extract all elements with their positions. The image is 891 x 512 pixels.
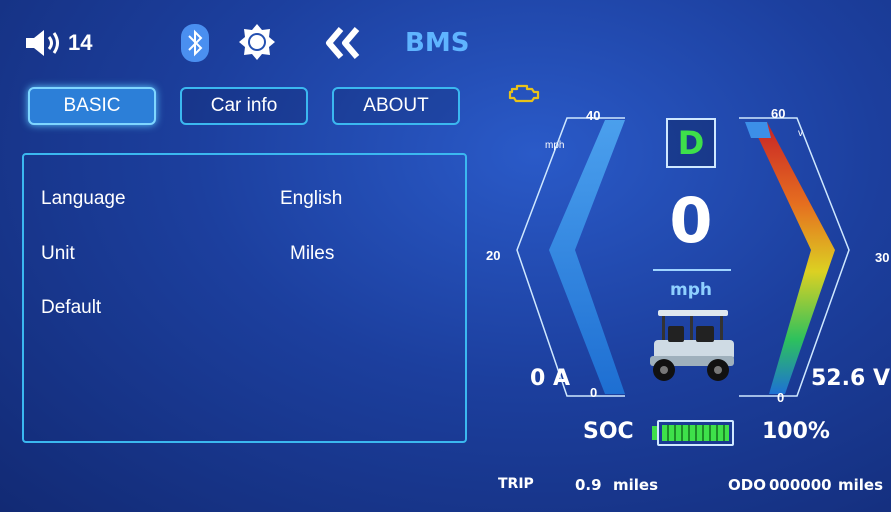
brightness-button[interactable]: [237, 22, 277, 67]
trip-label: TRIP: [498, 476, 534, 492]
volume-control[interactable]: 14: [24, 28, 92, 58]
speed-gauge-unit: mph: [545, 140, 565, 151]
volume-level: 14: [68, 30, 93, 55]
tab-about[interactable]: ABOUT: [332, 87, 460, 125]
bms-button[interactable]: BMS: [405, 28, 469, 58]
bluetooth-button[interactable]: [181, 24, 209, 67]
default-label[interactable]: Default: [41, 297, 101, 319]
voltage-readout: 52.6 V: [811, 366, 890, 391]
odo-label: ODO: [728, 476, 766, 494]
gear-value: D: [677, 124, 705, 162]
speaker-icon: [26, 30, 59, 56]
voltage-gauge-band: [751, 122, 835, 394]
tab-car-info[interactable]: Car info: [180, 87, 308, 125]
current-readout: 0 A: [530, 366, 570, 391]
voltage-gauge-unit: v: [798, 128, 803, 139]
language-label: Language: [41, 188, 126, 209]
check-engine-icon: [508, 84, 540, 103]
speed-gauge-band: [549, 120, 625, 394]
odo-value: 000000: [769, 476, 832, 494]
double-chevron-left-icon: [326, 27, 360, 59]
unit-label: Unit: [41, 243, 75, 264]
odo-unit: miles: [838, 476, 884, 494]
speed-unit: mph: [670, 280, 712, 300]
trip-unit: miles: [613, 476, 659, 494]
settings-panel: Language English Unit Miles Default: [22, 153, 467, 443]
tab-basic[interactable]: BASIC: [28, 87, 156, 125]
voltage-gauge-max: 60: [771, 106, 786, 121]
soc-label: SOC: [583, 419, 634, 444]
speed-gauge-min: 0: [590, 385, 598, 400]
soc-value: 100%: [762, 419, 830, 444]
trip-value: 0.9: [575, 476, 602, 494]
unit-value[interactable]: Miles: [290, 243, 334, 265]
voltage-gauge-mid: 30: [875, 250, 890, 265]
tab-basic-label: BASIC: [63, 95, 121, 116]
gear-indicator: D: [666, 118, 716, 168]
speed-readout: 0: [669, 184, 713, 257]
voltage-gauge-min: 0: [777, 390, 785, 405]
bluetooth-icon: [181, 24, 209, 62]
tab-about-label: ABOUT: [363, 95, 429, 116]
speed-gauge-max: 40: [586, 108, 601, 123]
engine-warning-light: [508, 82, 542, 109]
speed-gauge-mid: 20: [486, 248, 501, 263]
brightness-icon: [239, 24, 275, 60]
back-button[interactable]: [325, 26, 361, 65]
golf-cart-image: [650, 310, 734, 381]
tab-car-info-label: Car info: [210, 95, 278, 116]
battery-fill: [662, 425, 729, 441]
battery-indicator: [652, 420, 734, 446]
language-value[interactable]: English: [280, 188, 342, 210]
